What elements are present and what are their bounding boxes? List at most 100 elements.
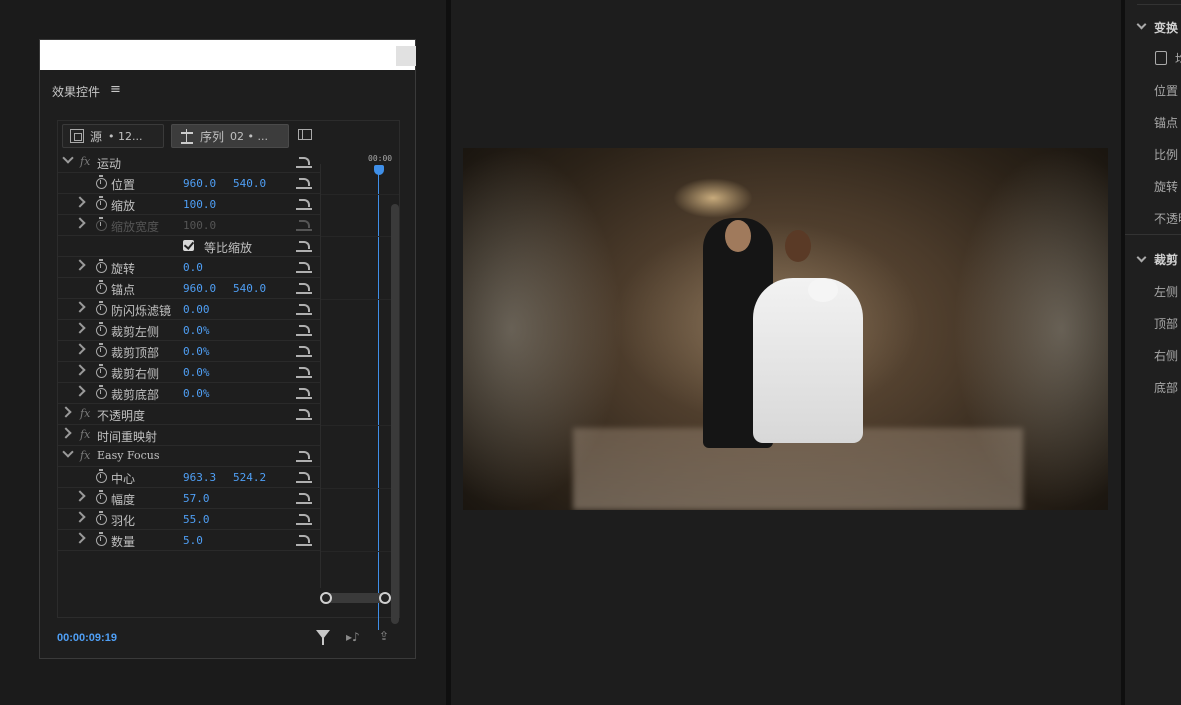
reset-icon[interactable] bbox=[296, 408, 312, 420]
stopwatch-icon[interactable] bbox=[96, 469, 107, 483]
playhead-line[interactable] bbox=[378, 173, 379, 630]
center-x-value[interactable]: 963.3 bbox=[183, 471, 216, 484]
layer-icon[interactable] bbox=[1155, 51, 1167, 65]
effect-controls-window: 效果控件 ≡ 源 • 12... 序列 02 • ... fx 运动 位置 96… bbox=[39, 39, 416, 659]
chevron-down-icon[interactable] bbox=[1136, 252, 1147, 263]
chevron-right-icon[interactable] bbox=[74, 385, 86, 397]
crop-heading[interactable]: 裁剪 bbox=[1154, 251, 1178, 268]
flicker-value[interactable]: 0.00 bbox=[183, 303, 210, 316]
sequence-tab[interactable]: 序列 02 • ... bbox=[171, 124, 289, 148]
menu-icon[interactable]: ≡ bbox=[110, 82, 121, 97]
reset-icon[interactable] bbox=[296, 177, 312, 189]
reset-icon[interactable] bbox=[296, 240, 312, 252]
chevron-right-icon[interactable] bbox=[74, 343, 86, 355]
crop-top-value[interactable]: 0.0% bbox=[183, 345, 210, 358]
stopwatch-icon[interactable] bbox=[96, 490, 107, 504]
prop-count: 数量 5.0 bbox=[58, 530, 320, 551]
zoom-scrollbar[interactable] bbox=[325, 593, 387, 603]
playhead-handle[interactable] bbox=[374, 165, 384, 175]
mini-timeline[interactable]: 00:00 bbox=[320, 154, 400, 630]
stopwatch-icon[interactable] bbox=[96, 259, 107, 273]
stopwatch-icon[interactable] bbox=[96, 385, 107, 399]
position-y-value[interactable]: 540.0 bbox=[233, 177, 266, 190]
reset-icon[interactable] bbox=[296, 492, 312, 504]
reset-icon[interactable] bbox=[296, 387, 312, 399]
section-opacity[interactable]: fx 不透明度 bbox=[58, 404, 320, 425]
chevron-right-icon[interactable] bbox=[60, 406, 72, 418]
reset-icon[interactable] bbox=[296, 450, 312, 462]
vertical-scrollbar[interactable] bbox=[391, 204, 399, 624]
crop-bottom-value[interactable]: 0.0% bbox=[183, 387, 210, 400]
section-motion[interactable]: fx 运动 bbox=[58, 152, 320, 173]
stopwatch-icon[interactable] bbox=[96, 322, 107, 336]
stopwatch-icon[interactable] bbox=[96, 532, 107, 546]
chevron-right-icon[interactable] bbox=[74, 322, 86, 334]
reset-icon[interactable] bbox=[296, 345, 312, 357]
section-easy-focus[interactable]: fx Easy Focus bbox=[58, 446, 320, 467]
anchor-y-value[interactable]: 540.0 bbox=[233, 282, 266, 295]
rp-item-scale: 比例 bbox=[1154, 148, 1179, 162]
amount-value[interactable]: 57.0 bbox=[183, 492, 210, 505]
reset-icon[interactable] bbox=[296, 303, 312, 315]
reset-icon[interactable] bbox=[296, 324, 312, 336]
reset-icon[interactable] bbox=[296, 282, 312, 294]
reset-icon[interactable] bbox=[296, 534, 312, 546]
transform-heading[interactable]: 变换 bbox=[1154, 19, 1178, 36]
fx-icon[interactable]: fx bbox=[80, 155, 90, 168]
prop-label: 幅度 bbox=[111, 493, 136, 507]
reset-icon[interactable] bbox=[296, 513, 312, 525]
chevron-down-icon[interactable] bbox=[1136, 19, 1147, 30]
position-x-value[interactable]: 960.0 bbox=[183, 177, 216, 190]
video-preview[interactable] bbox=[463, 148, 1108, 510]
stopwatch-icon[interactable] bbox=[96, 280, 107, 294]
chevron-right-icon[interactable] bbox=[74, 490, 86, 502]
chevron-right-icon[interactable] bbox=[74, 259, 86, 271]
panel-title[interactable]: 效果控件 bbox=[52, 83, 100, 100]
reset-icon[interactable] bbox=[296, 261, 312, 273]
window-titlebar[interactable] bbox=[40, 40, 416, 70]
chevron-down-icon[interactable] bbox=[62, 152, 74, 164]
stopwatch-icon[interactable] bbox=[96, 343, 107, 357]
timeline-row-line bbox=[321, 551, 399, 552]
section-time-remap[interactable]: fx 时间重映射 bbox=[58, 425, 320, 446]
window-close-button[interactable] bbox=[396, 46, 416, 66]
source-tab[interactable]: 源 • 12... bbox=[62, 124, 164, 148]
zoom-handle-left[interactable] bbox=[320, 592, 332, 604]
count-value[interactable]: 5.0 bbox=[183, 534, 203, 547]
crop-left-value[interactable]: 0.0% bbox=[183, 324, 210, 337]
chevron-right-icon[interactable] bbox=[74, 511, 86, 523]
prop-center: 中心 963.3 524.2 bbox=[58, 467, 320, 488]
anchor-x-value[interactable]: 960.0 bbox=[183, 282, 216, 295]
chevron-right-icon[interactable] bbox=[74, 301, 86, 313]
chevron-right-icon[interactable] bbox=[74, 364, 86, 376]
filter-icon[interactable] bbox=[316, 630, 330, 645]
fx-icon[interactable]: fx bbox=[80, 407, 90, 420]
chevron-right-icon[interactable] bbox=[74, 532, 86, 544]
chevron-right-icon[interactable] bbox=[60, 427, 72, 439]
reset-icon[interactable] bbox=[296, 156, 312, 168]
rotation-value[interactable]: 0.0 bbox=[183, 261, 203, 274]
chevron-right-icon[interactable] bbox=[74, 217, 86, 229]
stopwatch-icon[interactable] bbox=[96, 175, 107, 189]
stopwatch-icon[interactable] bbox=[96, 364, 107, 378]
fx-icon[interactable]: fx bbox=[80, 428, 90, 441]
panel-toggle-icon[interactable] bbox=[298, 129, 312, 140]
chevron-right-icon[interactable] bbox=[74, 196, 86, 208]
chevron-down-icon[interactable] bbox=[62, 446, 74, 458]
center-y-value[interactable]: 524.2 bbox=[233, 471, 266, 484]
stopwatch-icon[interactable] bbox=[96, 301, 107, 315]
stopwatch-icon[interactable] bbox=[96, 196, 107, 210]
reset-icon[interactable] bbox=[296, 366, 312, 378]
reset-icon[interactable] bbox=[296, 198, 312, 210]
zoom-handle-right[interactable] bbox=[379, 592, 391, 604]
audio-icon[interactable]: ▸♪ bbox=[346, 630, 360, 644]
current-timecode[interactable]: 00:00:09:19 bbox=[57, 632, 117, 644]
crop-right-value[interactable]: 0.0% bbox=[183, 366, 210, 379]
uniform-scale-checkbox[interactable] bbox=[183, 240, 194, 251]
feather-value[interactable]: 55.0 bbox=[183, 513, 210, 526]
scale-value[interactable]: 100.0 bbox=[183, 198, 216, 211]
export-icon[interactable]: ⇪ bbox=[379, 629, 389, 643]
reset-icon[interactable] bbox=[296, 471, 312, 483]
fx-icon[interactable]: fx bbox=[80, 449, 90, 462]
stopwatch-icon[interactable] bbox=[96, 511, 107, 525]
